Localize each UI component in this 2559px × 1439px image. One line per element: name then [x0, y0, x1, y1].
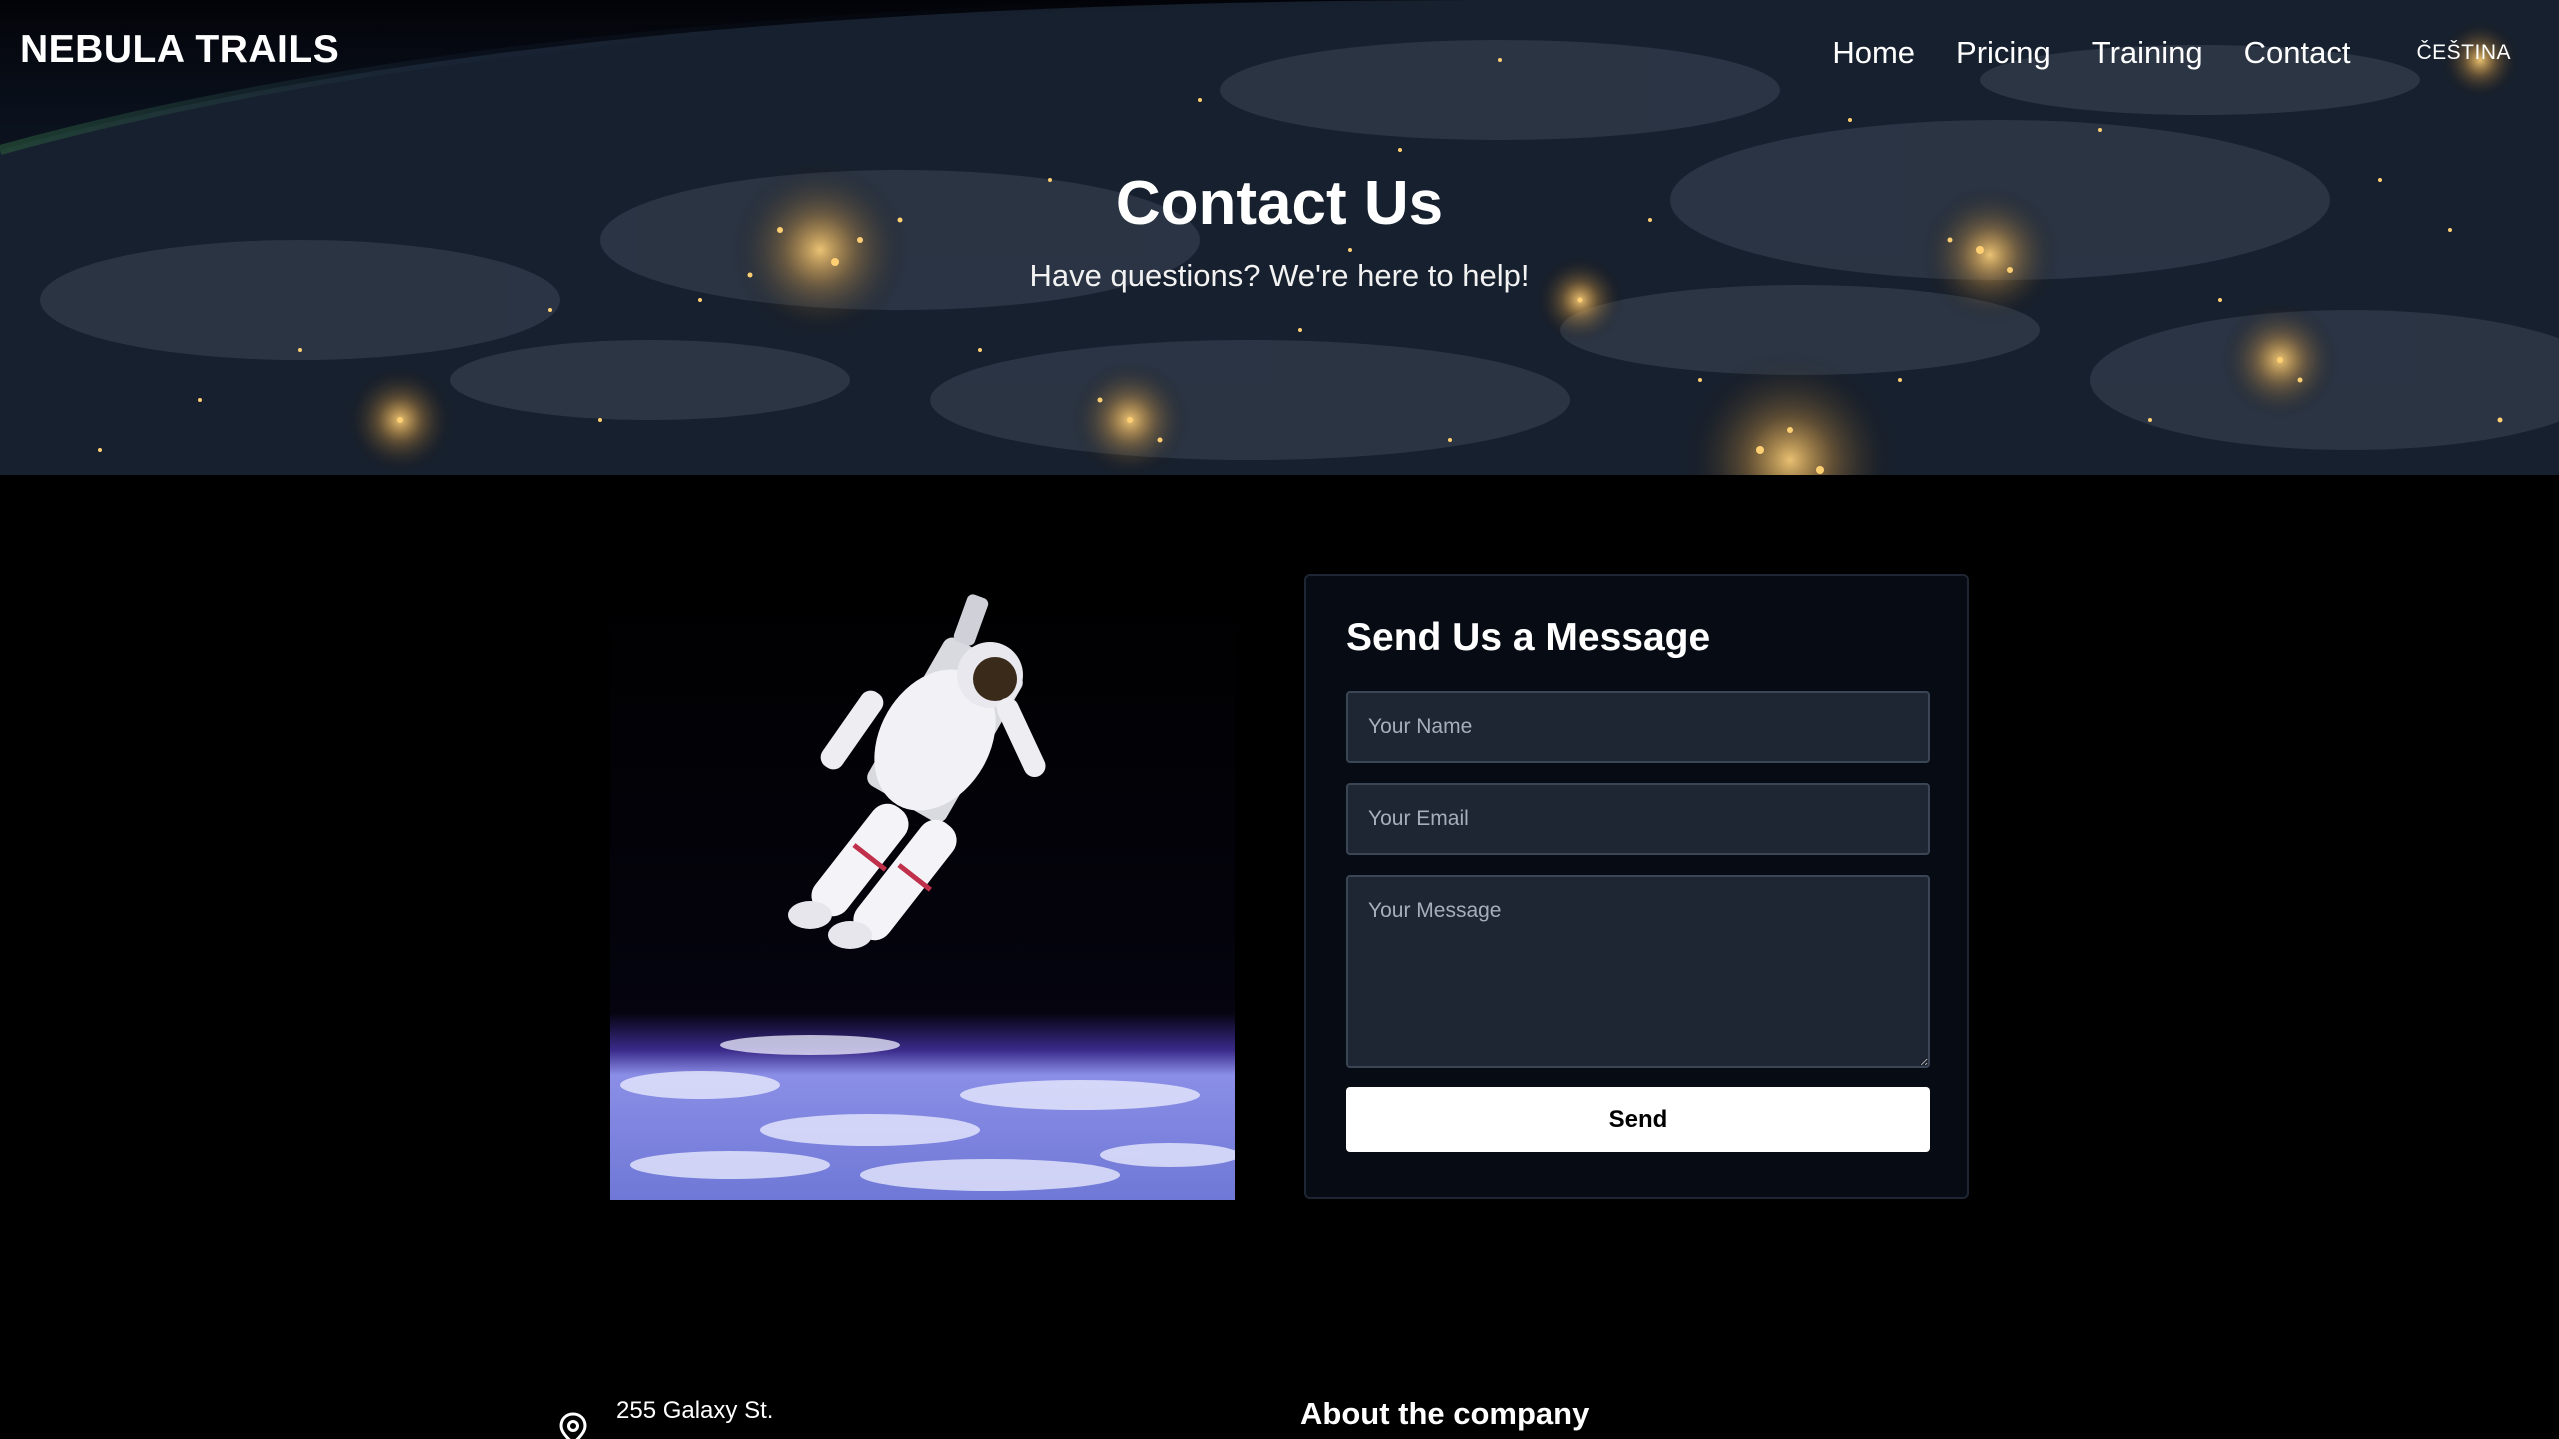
main-nav: Home Pricing Training Contact ČEŠTINA [1832, 30, 2559, 76]
page-title: Contact Us [1115, 169, 1444, 238]
nav-link-contact[interactable]: Contact [2244, 35, 2351, 71]
hero-banner: NEBULA TRAILS Home Pricing Training Cont… [0, 0, 2559, 475]
astronaut-photo [610, 575, 1235, 1200]
nav-link-pricing[interactable]: Pricing [1956, 35, 2051, 71]
nav-link-training[interactable]: Training [2092, 35, 2203, 71]
language-switch-button[interactable]: ČEŠTINA [2416, 41, 2511, 65]
message-textarea[interactable] [1346, 875, 1930, 1068]
site-logo[interactable]: NEBULA TRAILS [20, 28, 339, 72]
footer-address: 255 Galaxy St. [556, 1397, 773, 1439]
page-subtitle: Have questions? We're here to help! [1029, 258, 1530, 293]
address-line: 255 Galaxy St. [616, 1397, 774, 1424]
send-button[interactable]: Send [1346, 1087, 1930, 1152]
about-company-heading: About the company [1300, 1396, 1590, 1431]
nav-link-home[interactable]: Home [1832, 35, 1915, 71]
location-pin-icon [559, 1412, 587, 1439]
contact-section: Send Us a Message Send 255 Galaxy St. Ab… [0, 475, 2559, 1439]
email-input[interactable] [1346, 783, 1930, 855]
name-input[interactable] [1346, 691, 1930, 763]
contact-form-card: Send Us a Message Send [1304, 574, 1969, 1199]
form-heading: Send Us a Message [1346, 616, 1711, 659]
